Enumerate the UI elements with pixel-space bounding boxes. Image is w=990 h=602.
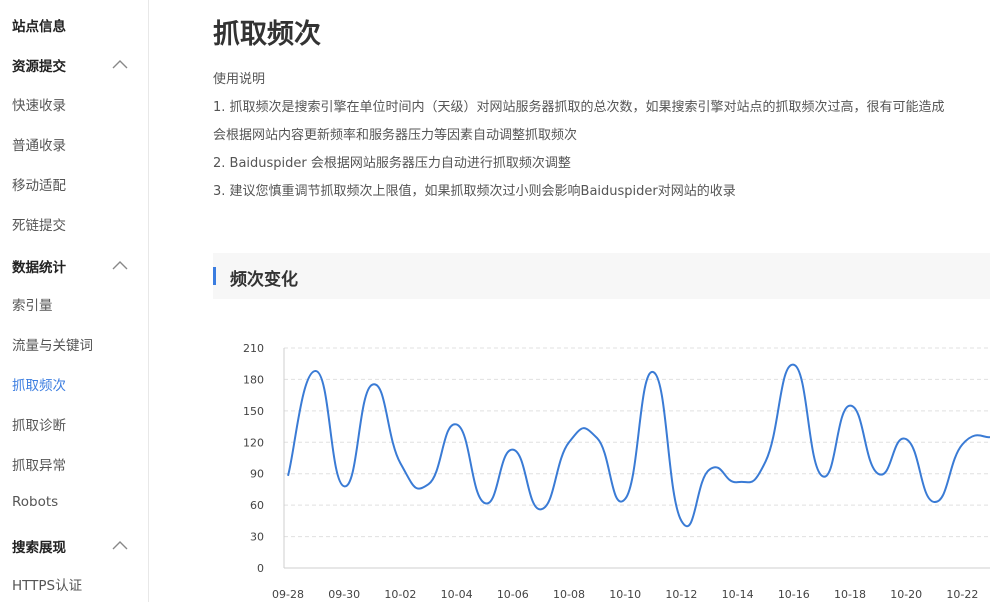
- x-tick-label: 10-12: [665, 588, 697, 601]
- x-tick-label: 10-16: [778, 588, 810, 601]
- y-tick-label: 0: [257, 562, 264, 575]
- chevron-up-icon[interactable]: [112, 540, 128, 550]
- sidebar-item-crawl-frequency[interactable]: 抓取频次: [12, 374, 66, 394]
- x-tick-label: 10-10: [609, 588, 641, 601]
- crawl-frequency-chart: 0 30 60 90 120 150 180 210 09-28 09-30 10-02 10-04 1…: [243, 342, 990, 601]
- sidebar-item-crawl-errors[interactable]: 抓取异常: [12, 454, 66, 474]
- sidebar-group-data-statistics[interactable]: 数据统计: [12, 256, 66, 276]
- x-tick-label: 10-04: [441, 588, 473, 601]
- chart-axes: 0 30 60 90 120 150 180 210 09-28 09-30 10-02 10-04 1…: [243, 342, 990, 601]
- x-tick-label: 10-22: [946, 588, 978, 601]
- x-tick-label: 10-14: [722, 588, 754, 601]
- sidebar-item-robots[interactable]: Robots: [12, 494, 58, 510]
- y-tick-label: 120: [243, 436, 264, 449]
- y-tick-label: 30: [250, 531, 264, 544]
- sidebar-item-normal-index[interactable]: 普通收录: [12, 134, 66, 154]
- x-tick-label: 10-06: [497, 588, 529, 601]
- chart-series: [287, 363, 990, 528]
- x-tick-label: 10-08: [553, 588, 585, 601]
- y-tick-label: 150: [243, 405, 264, 418]
- x-tick-label: 10-20: [890, 588, 922, 601]
- sidebar-group-search-display[interactable]: 搜索展现: [12, 536, 66, 556]
- chevron-up-icon[interactable]: [112, 260, 128, 270]
- series-line: [287, 363, 990, 528]
- sidebar-item-quick-index[interactable]: 快速收录: [12, 94, 66, 114]
- x-tick-label: 09-28: [272, 588, 304, 601]
- sidebar-item-traffic-keywords[interactable]: 流量与关键词: [12, 334, 93, 354]
- sidebar: 站点信息 资源提交 快速收录 普通收录 移动适配 死链提交 数据统计 索引量 流…: [0, 0, 149, 602]
- y-tick-label: 90: [250, 468, 264, 481]
- sidebar-item-index-volume[interactable]: 索引量: [12, 294, 53, 314]
- y-tick-label: 210: [243, 342, 264, 355]
- sidebar-item-crawl-diagnosis[interactable]: 抓取诊断: [12, 414, 66, 434]
- x-tick-label: 10-18: [834, 588, 866, 601]
- main-content: 抓取频次 使用说明 1. 抓取频次是搜索引擎在单位时间内（天级）对网站服务器抓取…: [149, 0, 990, 602]
- sidebar-item-mobile-adapt[interactable]: 移动适配: [12, 174, 66, 194]
- y-tick-label: 60: [250, 499, 264, 512]
- y-tick-label: 180: [243, 373, 264, 386]
- sidebar-item-https-cert[interactable]: HTTPS认证: [12, 574, 82, 594]
- sidebar-item-site-info[interactable]: 站点信息: [12, 15, 66, 35]
- x-tick-label: 09-30: [328, 588, 360, 601]
- sidebar-group-resource-submit[interactable]: 资源提交: [12, 55, 66, 75]
- sidebar-item-dead-link-submit[interactable]: 死链提交: [12, 214, 66, 234]
- chevron-up-icon[interactable]: [112, 59, 128, 69]
- x-tick-label: 10-02: [384, 588, 416, 601]
